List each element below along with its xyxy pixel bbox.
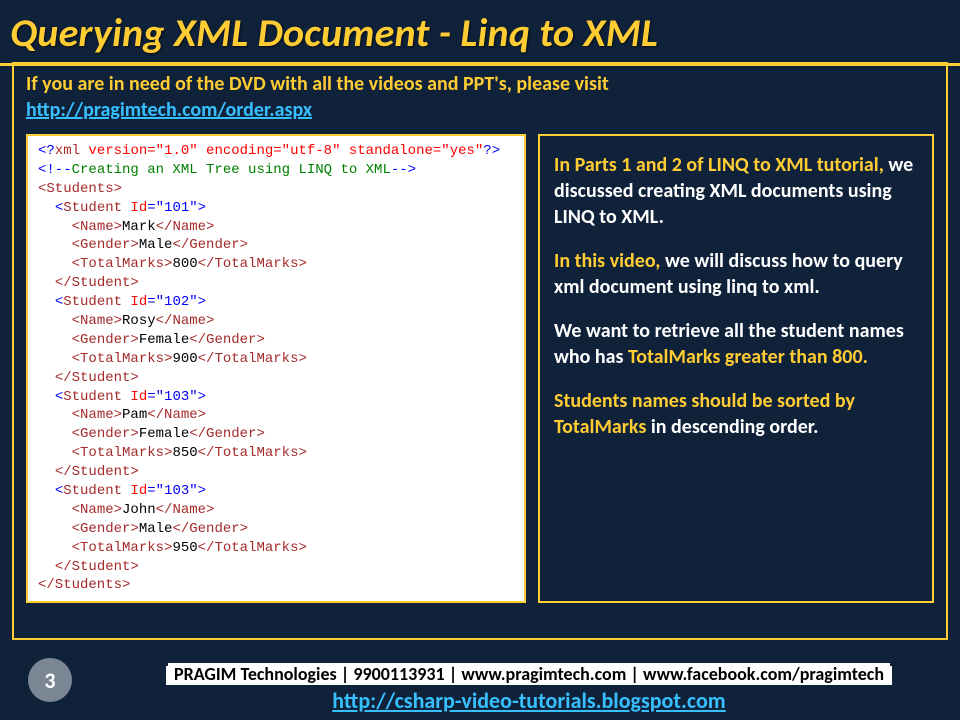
side-p1: In Parts 1 and 2 of LINQ to XML tutorial… [554,152,918,230]
footer-text: PRAGIM Technologies | 9900113931 | www.p… [110,663,948,714]
footer-info: PRAGIM Technologies | 9900113931 | www.p… [168,663,890,685]
xml-decl-xml: xml [55,143,80,159]
xml-decl-open: <? [38,143,55,159]
xml-code-panel: <?xml version="1.0" encoding="utf-8" sta… [26,134,526,603]
side-p4: Students names should be sorted by Total… [554,388,918,440]
side-p3: We want to retrieve all the student name… [554,318,918,370]
xml-decl-close: ?> [483,143,500,159]
intro-link[interactable]: http://pragimtech.com/order.aspx [26,98,312,122]
side-panel: In Parts 1 and 2 of LINQ to XML tutorial… [538,134,934,603]
footer-link[interactable]: http://csharp-video-tutorials.blogspot.c… [332,687,725,714]
page-number: 3 [28,658,72,702]
intro-text: If you are in need of the DVD with all t… [26,72,934,96]
slide: Querying XML Document - Linq to XML If y… [0,0,960,720]
content-box: If you are in need of the DVD with all t… [12,62,948,640]
slide-title: Querying XML Document - Linq to XML [0,0,960,66]
two-columns: <?xml version="1.0" encoding="utf-8" sta… [26,134,934,603]
footer: 3 PRAGIM Technologies | 9900113931 | www… [0,652,960,720]
xml-decl-attrs: version="1.0" encoding="utf-8" standalon… [80,143,483,159]
side-p2: In this video, we will discuss how to qu… [554,248,918,300]
